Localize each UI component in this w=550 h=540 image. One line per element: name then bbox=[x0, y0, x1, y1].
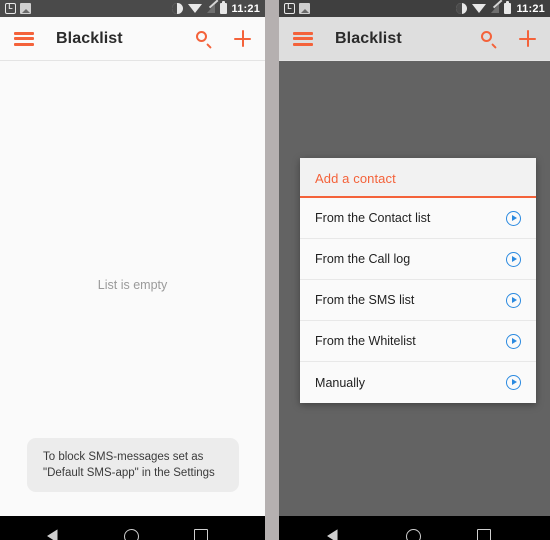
hamburger-bar-2 bbox=[293, 37, 314, 40]
empty-state-label: List is empty bbox=[97, 278, 168, 292]
status-bar-clock: 11:21 bbox=[516, 2, 545, 15]
dialog-title: Add a contact bbox=[315, 171, 396, 186]
app-bar-actions bbox=[481, 30, 536, 47]
calendar-notification-icon: L bbox=[5, 3, 16, 14]
navigation-bar bbox=[0, 516, 266, 540]
home-button-icon[interactable] bbox=[405, 528, 421, 540]
hamburger-bar-3 bbox=[293, 42, 314, 46]
dialog-item-label: From the Whitelist bbox=[315, 334, 416, 348]
add-contact-dialog: Add a contact From the Contact list From… bbox=[300, 158, 537, 403]
wifi-icon bbox=[472, 3, 487, 13]
play-circle-icon[interactable] bbox=[506, 251, 522, 267]
dialog-item-from-whitelist[interactable]: From the Whitelist bbox=[300, 321, 537, 362]
do-not-disturb-icon bbox=[171, 3, 183, 14]
back-button-icon[interactable] bbox=[58, 529, 69, 540]
wifi-icon bbox=[187, 3, 202, 13]
dual-screenshot-container: L 11:21 Blacklist List is empty To block… bbox=[0, 0, 550, 540]
status-bar: L 11:21 bbox=[0, 0, 266, 17]
status-bar-clock: 11:21 bbox=[231, 2, 261, 15]
battery-icon bbox=[219, 1, 227, 14]
hamburger-bar-3 bbox=[14, 42, 34, 46]
screenshot-notification-icon bbox=[20, 3, 31, 14]
page-title: Blacklist bbox=[56, 29, 123, 47]
play-circle-icon[interactable] bbox=[506, 333, 522, 349]
calendar-notification-icon: L bbox=[284, 3, 296, 14]
dialog-header: Add a contact bbox=[300, 158, 537, 198]
left-phone-screen: L 11:21 Blacklist List is empty To block… bbox=[0, 0, 266, 540]
plus-icon[interactable] bbox=[519, 30, 536, 47]
status-bar-system-icons: 11:21 bbox=[171, 1, 261, 15]
dialog-item-label: From the SMS list bbox=[315, 293, 415, 307]
dialog-item-from-contact-list[interactable]: From the Contact list bbox=[300, 198, 537, 239]
no-signal-icon bbox=[491, 4, 500, 13]
hamburger-bar-2 bbox=[14, 37, 34, 40]
recents-button-icon[interactable] bbox=[193, 529, 208, 540]
dialog-item-label: From the Contact list bbox=[315, 211, 431, 225]
hamburger-menu-icon[interactable] bbox=[14, 31, 34, 46]
dialog-item-label: Manually bbox=[315, 375, 366, 390]
no-signal-icon bbox=[206, 4, 215, 13]
play-circle-icon[interactable] bbox=[506, 375, 522, 390]
snackbar-line-2: "Default SMS-app" in the Settings bbox=[43, 467, 215, 479]
hamburger-bar-1 bbox=[14, 31, 34, 35]
plus-icon[interactable] bbox=[234, 30, 252, 47]
app-bar-dimmed: Blacklist bbox=[279, 17, 550, 61]
dialog-item-manually[interactable]: Manually bbox=[300, 362, 537, 403]
back-button-icon[interactable] bbox=[338, 529, 349, 540]
screenshot-notification-icon bbox=[299, 3, 311, 14]
navigation-bar bbox=[279, 516, 550, 540]
page-title: Blacklist bbox=[335, 29, 402, 47]
play-circle-icon[interactable] bbox=[506, 210, 522, 226]
hamburger-menu-icon[interactable] bbox=[293, 31, 314, 46]
app-bar-actions bbox=[196, 30, 252, 47]
hamburger-bar-1 bbox=[293, 31, 314, 35]
blacklist-content: List is empty To block SMS-messages set … bbox=[0, 61, 266, 516]
dialog-item-from-call-log[interactable]: From the Call log bbox=[300, 239, 537, 280]
home-button-icon[interactable] bbox=[123, 528, 139, 540]
search-icon[interactable] bbox=[481, 30, 497, 47]
app-bar: Blacklist bbox=[0, 17, 266, 61]
snackbar-message: To block SMS-messages set as "Default SM… bbox=[27, 438, 239, 492]
snackbar-line-1: To block SMS-messages set as bbox=[43, 451, 204, 463]
play-circle-icon[interactable] bbox=[506, 292, 522, 308]
search-icon[interactable] bbox=[196, 30, 212, 47]
right-phone-screen: L 11:21 Blacklist Add a contact From the… bbox=[279, 0, 550, 540]
dialog-item-label: From the Call log bbox=[315, 252, 411, 266]
status-bar-dimmed: L 11:21 bbox=[279, 0, 550, 17]
blacklist-content-scrim[interactable]: Add a contact From the Contact list From… bbox=[279, 61, 550, 516]
status-bar-system-icons-dimmed: 11:21 bbox=[456, 1, 545, 15]
battery-icon bbox=[504, 1, 512, 14]
status-bar-notifications: L bbox=[5, 3, 31, 14]
recents-button-icon[interactable] bbox=[477, 529, 492, 540]
status-bar-notifications-dimmed: L bbox=[284, 3, 311, 14]
do-not-disturb-icon bbox=[456, 3, 468, 14]
dialog-item-from-sms-list[interactable]: From the SMS list bbox=[300, 280, 537, 321]
